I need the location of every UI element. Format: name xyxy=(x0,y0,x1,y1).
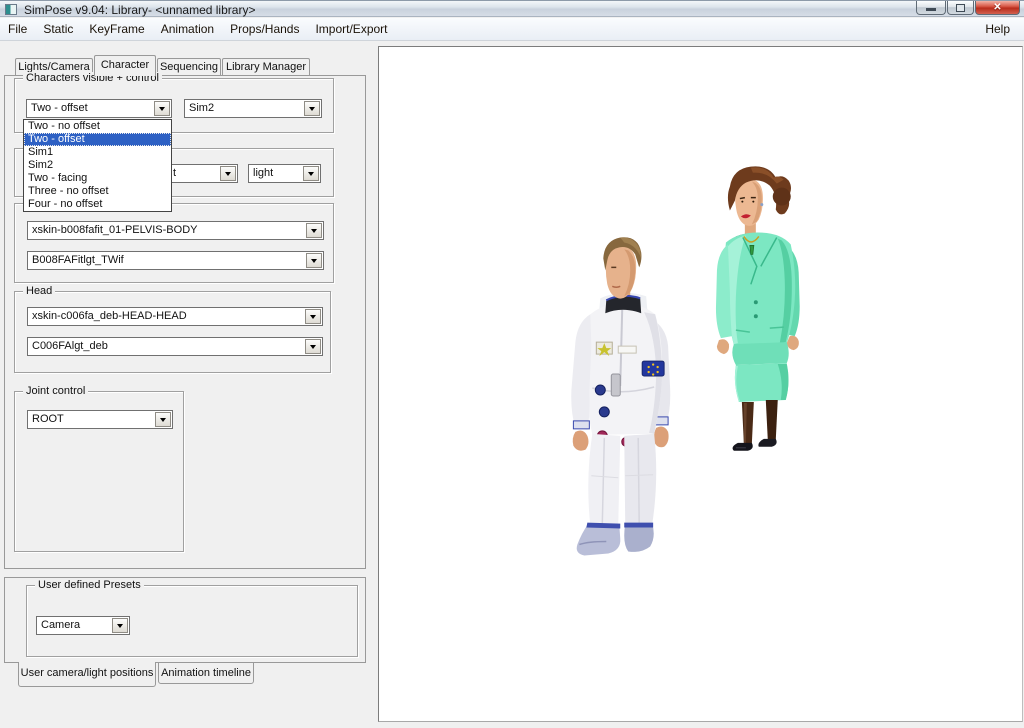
active-sim-combo[interactable]: Sim2 xyxy=(184,99,322,118)
skin-tone-combo[interactable]: light xyxy=(248,164,321,183)
body-group xyxy=(14,203,334,283)
combo-dropdown-icon[interactable] xyxy=(306,253,322,268)
list-item[interactable]: Three - no offset xyxy=(24,185,171,198)
simpose-window: SimPose v9.04: Library- <unnamed library… xyxy=(0,0,1024,728)
head-group: Head xyxy=(14,291,331,373)
menu-import-export[interactable]: Import/Export xyxy=(307,18,395,40)
combo-dropdown-icon[interactable] xyxy=(306,223,322,238)
viewport-3d[interactable] xyxy=(378,46,1023,722)
head-group-label: Head xyxy=(23,285,55,298)
minimize-icon xyxy=(926,8,936,11)
joint-combo[interactable]: ROOT xyxy=(27,410,173,429)
tab-animation-timeline[interactable]: Animation timeline xyxy=(158,662,254,684)
list-item[interactable]: Sim1 xyxy=(24,146,171,159)
list-item-selected[interactable]: Two - offset xyxy=(24,133,171,146)
presets-group-label: User defined Presets xyxy=(35,579,144,592)
menu-props-hands[interactable]: Props/Hands xyxy=(222,18,307,40)
combo-dropdown-icon[interactable] xyxy=(112,618,128,633)
menu-bar: File Static KeyFrame Animation Props/Han… xyxy=(0,18,1024,41)
combo-dropdown-icon[interactable] xyxy=(305,309,321,324)
character-male-astronaut xyxy=(571,237,670,555)
combo-dropdown-icon[interactable] xyxy=(154,101,170,116)
tab-library-manager[interactable]: Library Manager xyxy=(222,58,310,75)
character-mode-open-list: Two - no offset Two - offset Sim1 Sim2 T… xyxy=(23,119,172,212)
tab-sequencing[interactable]: Sequencing xyxy=(157,58,221,75)
title-bar[interactable]: SimPose v9.04: Library- <unnamed library… xyxy=(0,0,1024,17)
restore-icon xyxy=(956,4,965,12)
preset-target-combo[interactable]: Camera xyxy=(36,616,130,635)
list-item[interactable]: Four - no offset xyxy=(24,198,171,211)
app-icon xyxy=(5,4,17,15)
restore-button[interactable] xyxy=(947,1,974,15)
character-female-suit xyxy=(716,166,800,450)
combo-dropdown-icon[interactable] xyxy=(305,339,321,354)
menu-file[interactable]: File xyxy=(0,18,35,40)
scene-render xyxy=(379,47,1022,721)
body-mesh-combo[interactable]: xskin-b008fafit_01-PELVIS-BODY xyxy=(27,221,324,240)
combo-dropdown-icon[interactable] xyxy=(220,166,236,181)
head-mesh-combo[interactable]: xskin-c006fa_deb-HEAD-HEAD xyxy=(27,307,323,326)
close-icon: ✕ xyxy=(993,2,1001,14)
head-texture-combo[interactable]: C006FAlgt_deb xyxy=(27,337,323,356)
joint-control-group-label: Joint control xyxy=(23,385,88,398)
list-item[interactable]: Sim2 xyxy=(24,159,171,172)
combo-dropdown-icon[interactable] xyxy=(303,166,319,181)
menu-keyframe[interactable]: KeyFrame xyxy=(81,18,152,40)
menu-help[interactable]: Help xyxy=(977,18,1018,40)
tab-character[interactable]: Character xyxy=(94,55,156,76)
list-item[interactable]: Two - no offset xyxy=(24,120,171,133)
window-title: SimPose v9.04: Library- <unnamed library… xyxy=(24,3,255,17)
menu-static[interactable]: Static xyxy=(35,18,81,40)
body-texture-combo[interactable]: B008FAFitlgt_TWif xyxy=(27,251,324,270)
menu-animation[interactable]: Animation xyxy=(153,18,222,40)
minimize-button[interactable] xyxy=(916,1,946,15)
combo-dropdown-icon[interactable] xyxy=(304,101,320,116)
combo-dropdown-icon[interactable] xyxy=(155,412,171,427)
list-item[interactable]: Two - facing xyxy=(24,172,171,185)
character-mode-combo[interactable]: Two - offset xyxy=(26,99,172,118)
close-button[interactable]: ✕ xyxy=(975,1,1020,15)
tab-user-camera-light-positions[interactable]: User camera/light positions xyxy=(18,662,156,687)
